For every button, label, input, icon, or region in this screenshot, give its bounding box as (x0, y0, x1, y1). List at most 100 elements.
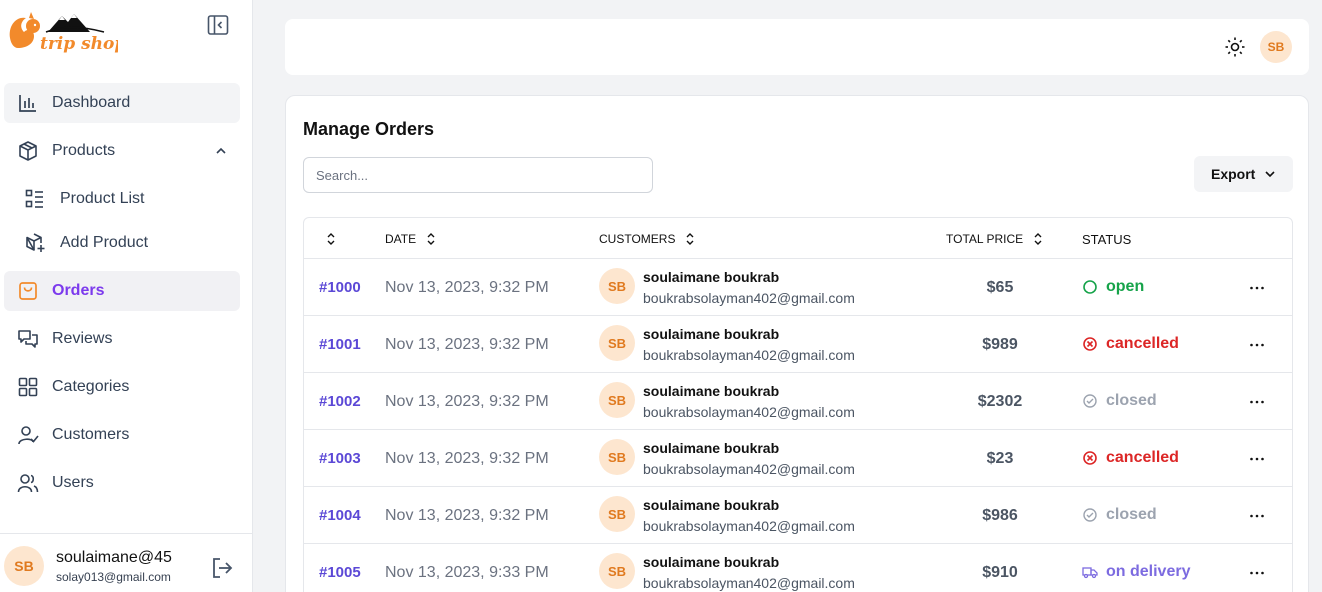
table-row[interactable]: #1003 Nov 13, 2023, 9:32 PM SB soulaimane b… (304, 430, 1292, 487)
more-actions-icon[interactable] (1248, 279, 1266, 297)
column-total-label: TOTAL PRICE (946, 232, 1024, 246)
order-date: Nov 13, 2023, 9:32 PM (385, 507, 549, 524)
status-label: closed (1106, 392, 1157, 409)
status-label: on delivery (1106, 563, 1191, 580)
sidebar-item-product-list[interactable]: Product List (4, 179, 240, 219)
column-status: STATUS (1082, 232, 1131, 247)
orders-panel: Manage Orders Export DATE CUSTOMERS (285, 95, 1309, 592)
status-badge: closed (1082, 506, 1157, 524)
sort-icon (686, 233, 694, 245)
sidebar-item-add-product[interactable]: Add Product (4, 223, 240, 263)
avatar: SB (599, 325, 635, 361)
shopping-bag-icon (19, 282, 37, 300)
customer-name: soulaimane boukrab (643, 440, 780, 456)
check-circle-icon (1083, 508, 1097, 522)
box-icon (19, 141, 37, 161)
avatar[interactable]: SB (4, 546, 44, 586)
sort-icon (427, 233, 435, 245)
sidebar-item-label: Users (52, 474, 94, 491)
users-icon (17, 474, 39, 493)
logout-button[interactable] (210, 556, 234, 580)
customer-name: soulaimane boukrab (643, 269, 780, 285)
order-date: Nov 13, 2023, 9:32 PM (385, 279, 549, 296)
order-date: Nov 13, 2023, 9:32 PM (385, 393, 549, 410)
sidebar-item-label: Add Product (60, 234, 149, 251)
status-badge: cancelled (1082, 449, 1179, 467)
bar-chart-icon (19, 95, 36, 112)
sort-id-button[interactable] (324, 232, 338, 246)
sidebar-item-label: Customers (52, 426, 130, 443)
column-total-price[interactable]: TOTAL PRICE (946, 232, 1045, 246)
user-email: solay013@gmail.com (56, 570, 171, 584)
order-id-link[interactable]: #1001 (319, 336, 361, 353)
column-date[interactable]: DATE (385, 232, 438, 246)
status-label: cancelled (1106, 449, 1179, 466)
table-row[interactable]: #1000 Nov 13, 2023, 9:32 PM SB soulaimane b… (304, 259, 1292, 316)
sidebar-item-users[interactable]: Users (4, 463, 240, 503)
order-total: $986 (982, 507, 1018, 524)
sidebar-collapse-button[interactable] (206, 14, 230, 36)
truck-icon (1082, 567, 1098, 579)
search-input[interactable] (303, 157, 653, 193)
column-customers[interactable]: CUSTOMERS (599, 232, 697, 246)
avatar: SB (599, 382, 635, 418)
order-total: $23 (986, 450, 1014, 467)
list-icon (25, 189, 43, 208)
avatar[interactable]: SB (1260, 31, 1292, 63)
more-actions-icon[interactable] (1248, 564, 1266, 582)
customer-email: boukrabsolayman402@gmail.com (643, 575, 855, 591)
more-actions-icon[interactable] (1248, 450, 1266, 468)
table-row[interactable]: #1004 Nov 13, 2023, 9:32 PM SB soulaimane b… (304, 487, 1292, 544)
status-label: open (1106, 278, 1145, 295)
status-badge: closed (1082, 392, 1157, 410)
status-label: closed (1106, 506, 1157, 523)
status-badge: on delivery (1082, 563, 1190, 581)
logout-icon (213, 558, 233, 578)
theme-toggle-button[interactable] (1223, 35, 1247, 59)
sidebar-item-customers[interactable]: Customers (4, 415, 240, 455)
sidebar-item-dashboard[interactable]: Dashboard (4, 83, 240, 123)
order-total: $2302 (977, 393, 1023, 410)
table-row[interactable]: #1001 Nov 13, 2023, 9:32 PM SB soulaimane b… (304, 316, 1292, 373)
order-id-link[interactable]: #1003 (319, 450, 361, 467)
order-id-link[interactable]: #1004 (319, 507, 361, 524)
more-actions-icon[interactable] (1248, 393, 1266, 411)
export-button[interactable]: Export (1194, 156, 1293, 192)
table-header: DATE CUSTOMERS TOTAL PRICE STATUS (304, 218, 1292, 259)
order-date: Nov 13, 2023, 9:32 PM (385, 336, 549, 353)
table-row[interactable]: #1002 Nov 13, 2023, 9:32 PM SB soulaimane b… (304, 373, 1292, 430)
order-total: $910 (982, 564, 1018, 581)
table-row[interactable]: #1005 Nov 13, 2023, 9:33 PM SB soulaimane b… (304, 544, 1292, 592)
order-id-link[interactable]: #1005 (319, 564, 361, 581)
panel-left-icon (207, 15, 229, 35)
sidebar: trip shop Dashboard Products Product Lis… (0, 0, 253, 592)
sidebar-item-label: Products (52, 142, 116, 159)
grid-icon (18, 377, 38, 397)
sidebar-item-products[interactable]: Products (4, 131, 240, 171)
more-actions-icon[interactable] (1248, 507, 1266, 525)
avatar: SB (599, 439, 635, 475)
sidebar-item-reviews[interactable]: Reviews (4, 319, 240, 359)
status-badge: cancelled (1082, 335, 1179, 353)
sidebar-item-label: Reviews (52, 330, 113, 347)
customer-name: soulaimane boukrab (643, 326, 780, 342)
status-label: cancelled (1106, 335, 1179, 352)
more-actions-icon[interactable] (1248, 336, 1266, 354)
brand-logo[interactable]: trip shop (6, 6, 126, 58)
order-id-link[interactable]: #1002 (319, 393, 361, 410)
chevron-down-icon (1265, 171, 1275, 178)
chat-icon (18, 330, 38, 348)
chevron-up-icon[interactable] (214, 144, 228, 158)
avatar: SB (599, 496, 635, 532)
check-circle-icon (1083, 394, 1097, 408)
sidebar-item-categories[interactable]: Categories (4, 367, 240, 407)
sidebar-item-label: Categories (52, 378, 130, 395)
sidebar-item-orders[interactable]: Orders (4, 271, 240, 311)
box-plus-icon (26, 233, 45, 252)
circle-icon (1083, 280, 1097, 294)
order-id-link[interactable]: #1000 (319, 279, 361, 296)
order-date: Nov 13, 2023, 9:32 PM (385, 450, 549, 467)
top-bar: SB (285, 19, 1309, 75)
user-check-icon (18, 426, 39, 445)
order-total: $989 (982, 336, 1018, 353)
